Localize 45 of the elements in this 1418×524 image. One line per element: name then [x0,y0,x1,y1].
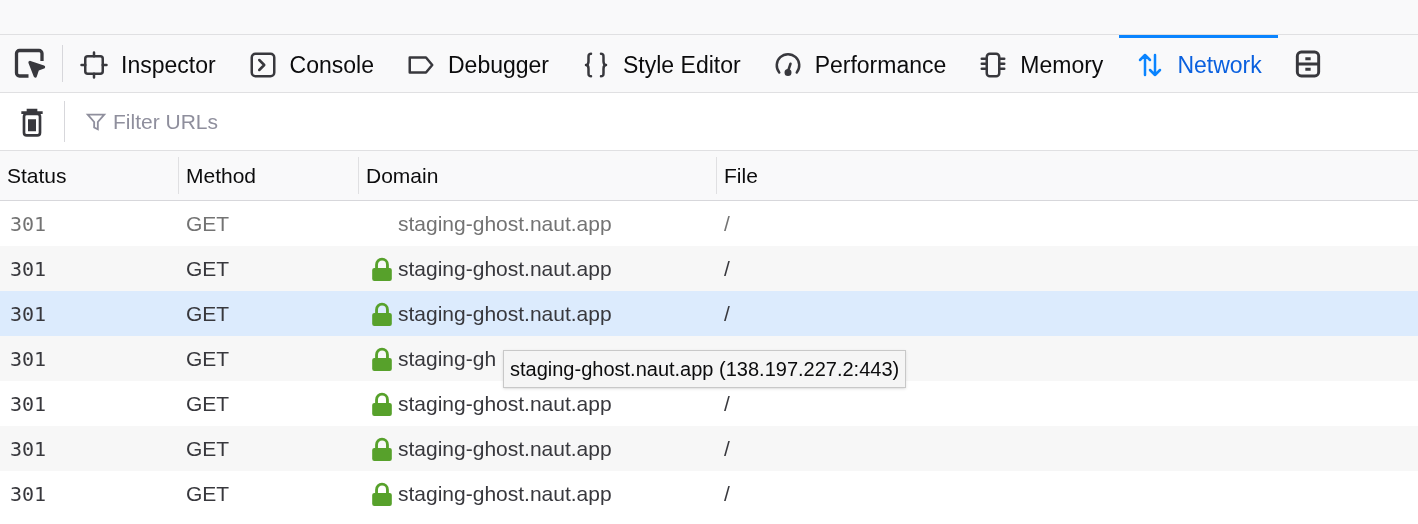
status-code: 301 [9,480,48,508]
devtools-tab[interactable]: Console [231,35,390,92]
file-text: / [723,390,730,417]
domain-text: staging-ghost.naut.app [398,390,612,417]
column-header[interactable]: File [717,151,1418,200]
status-code: 301 [9,345,48,373]
request-row[interactable]: 301 GET staging-ghost.naut.app / [0,426,1418,471]
request-row[interactable]: 301 GET staging-ghost.naut.app / [0,246,1418,291]
file-text: / [723,210,730,237]
method-text: GET [185,390,231,417]
column-header[interactable]: Domain [359,157,717,194]
domain-text: staging-ghost.naut.app [398,300,612,327]
column-header[interactable]: Status [0,157,179,194]
devtools-tab[interactable]: Inspector [63,35,232,92]
devtools-tab[interactable]: Memory [962,35,1120,92]
method-text: GET [185,480,231,507]
method-text: GET [185,210,231,237]
devtools-tab[interactable]: Performance [756,35,963,92]
devtools-tab[interactable]: Debugger [390,35,566,92]
file-text: / [723,300,730,327]
method-text: GET [185,435,231,462]
crosshair-square-icon [79,50,109,80]
domain-text: staging-ghost.naut.app [398,435,612,462]
method-text: GET [185,255,231,282]
devtools-tab[interactable]: Style Editor [565,35,757,92]
filter-field[interactable]: Filter URLs [113,105,1418,138]
tooltip: staging-ghost.naut.app (138.197.227.2:443) [503,350,907,388]
domain-text: staging-ghost.naut.app [398,480,612,507]
method-text: GET [185,300,231,327]
domain-text: staging-ghost.naut.app [398,255,612,282]
file-text: / [723,480,730,507]
status-code: 301 [9,300,48,328]
column-header[interactable]: Method [179,157,359,194]
status-code: 301 [9,255,48,283]
file-text: / [723,435,730,462]
console-icon [247,50,278,80]
domain-text: staging-gh [398,345,497,372]
status-code: 301 [9,390,48,418]
status-code: 301 [9,435,48,463]
domain-text: staging-ghost.naut.app [398,210,612,237]
file-text: / [723,255,730,282]
method-text: GET [185,345,231,372]
status-code: 301 [9,210,48,238]
request-row[interactable]: 301 GET staging-ghost.naut.app / [0,291,1418,336]
devtools-tab[interactable]: Network [1119,35,1278,92]
